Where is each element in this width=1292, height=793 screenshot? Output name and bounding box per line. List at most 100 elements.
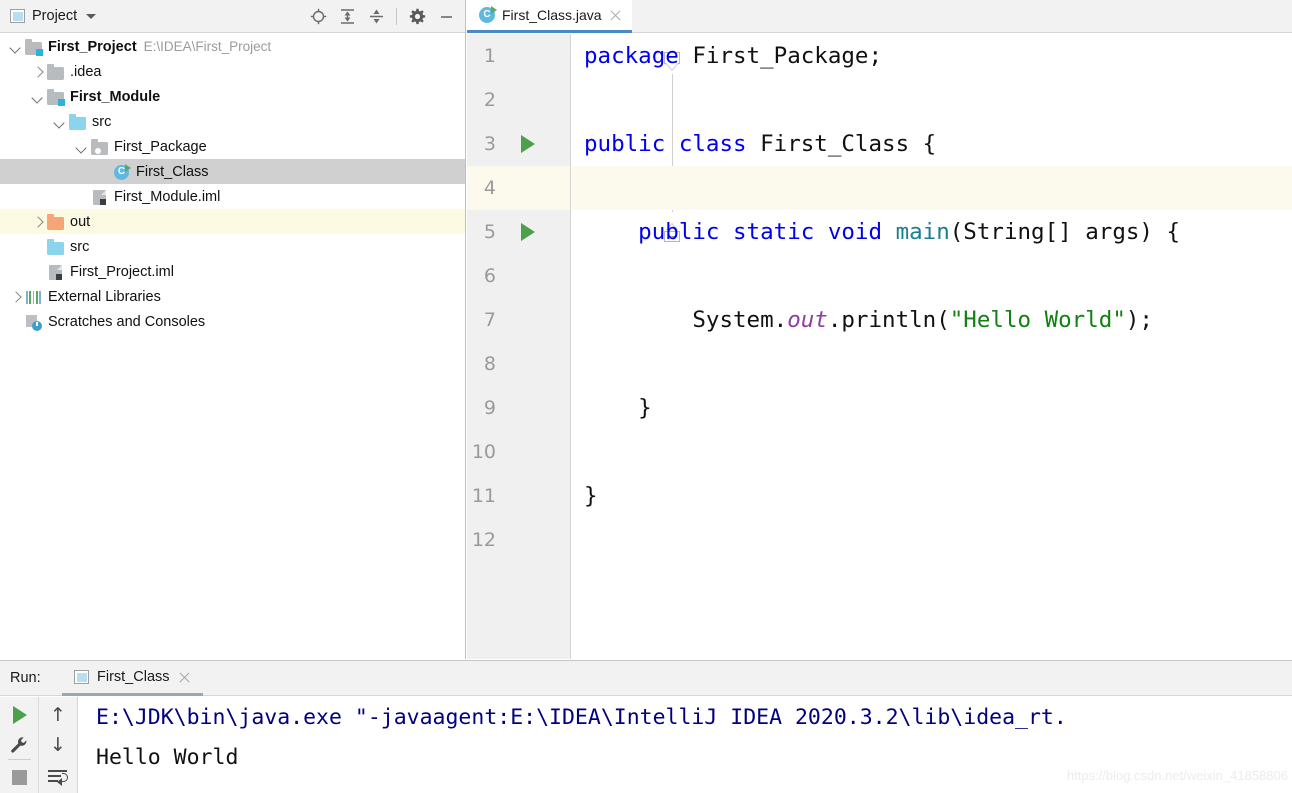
chevron-right-icon[interactable] [30,64,46,80]
tree-item-first-class[interactable]: C First_Class [0,159,465,184]
tree-item-first-project-iml[interactable]: First_Project.iml [0,259,465,284]
code-text[interactable]: package First_Package;public class First… [572,34,1292,659]
code-token: void [827,219,896,245]
code-line[interactable]: } [572,474,1292,518]
project-tree[interactable]: First_Project E:\IDEA\First_Project .idea F… [0,34,465,659]
gutter-row[interactable]: 3 [467,122,570,166]
tree-item-src[interactable]: src [0,109,465,134]
stop-icon[interactable] [0,761,39,793]
gutter-row[interactable]: 5 [467,210,570,254]
idea-window: Project First_Project E:\IDEA\First_Proj… [0,0,1292,793]
gutter-row[interactable]: 10 [467,430,570,474]
code-token: out [787,307,828,333]
tree-item-label: First_Project [48,38,137,55]
tree-item-scratches-and-consoles[interactable]: Scratches and Consoles [0,309,465,334]
chevron-right-icon[interactable] [30,214,46,230]
collapse-all-icon[interactable] [363,4,389,30]
gutter-row[interactable]: 12 [467,518,570,562]
project-panel-title: Project [32,8,78,24]
close-icon[interactable] [609,9,622,22]
line-number: 12 [471,529,496,551]
line-number: 5 [483,221,496,243]
tree-item-first-project[interactable]: First_Project E:\IDEA\First_Project [0,34,465,59]
iml-file-icon [47,263,65,281]
gutter-row[interactable]: 4 [467,166,570,210]
code-line[interactable] [572,342,1292,386]
chevron-down-icon[interactable] [8,39,24,55]
chevron-down-icon[interactable] [30,89,46,105]
run-tab-bar: Run: First_Class [0,661,1292,696]
gutter-row[interactable]: 9 [467,386,570,430]
expand-all-icon[interactable] [334,4,360,30]
gear-icon[interactable] [404,4,430,30]
gutter-row[interactable]: 1 [467,34,570,78]
java-class-icon: C [479,6,497,23]
code-line-text: } [584,474,598,518]
chevron-down-icon[interactable] [52,114,68,130]
toolbar-divider [8,759,31,760]
chevron-down-icon[interactable] [74,139,90,155]
minimize-icon[interactable] [433,4,459,30]
gutter-row[interactable]: 11 [467,474,570,518]
tree-item-label: Scratches and Consoles [48,313,206,330]
code-line[interactable] [572,166,1292,210]
package-folder-icon [91,138,109,156]
tree-item-first-module-iml[interactable]: First_Module.iml [0,184,465,209]
code-line[interactable]: public class First_Class { [572,122,1292,166]
module-folder-icon [47,88,65,106]
chevron-down-icon[interactable] [86,13,97,19]
code-line-text: System.out.println("Hello World"); [584,298,1153,342]
code-token: First_Class { [760,131,937,157]
code-line[interactable]: public static void main(String[] args) { [572,210,1292,254]
line-number: 2 [483,89,496,111]
tree-item-first-module[interactable]: First_Module [0,84,465,109]
tree-item-out[interactable]: out [0,209,465,234]
code-line[interactable] [572,78,1292,122]
tree-item-src[interactable]: src [0,234,465,259]
run-tab-label: First_Class [97,669,170,685]
line-number: 1 [483,45,496,67]
code-line-text: package First_Package; [584,34,882,78]
chevron-right-icon[interactable] [8,289,24,305]
down-arrow-icon[interactable]: ↓ [39,729,78,761]
source-folder-icon [69,113,87,131]
locate-icon[interactable] [305,4,331,30]
run-config-icon [74,670,89,684]
tab-first-class-java[interactable]: C First_Class.java [467,0,632,33]
tree-item-external-libraries[interactable]: External Libraries [0,284,465,309]
code-editor[interactable]: 1 2 3 4 5 6 7 8 9 10 11 12 package First_Package; pu… [467,34,1292,659]
code-line[interactable]: } [572,386,1292,430]
editor-gutter[interactable]: 1 2 3 4 5 6 7 8 9 10 11 12 [467,34,571,659]
tree-item-idea[interactable]: .idea [0,59,465,84]
tree-item-label: First_Class [136,163,209,180]
tree-item-first-package[interactable]: First_Package [0,134,465,159]
folder-gray-icon [47,63,65,81]
code-line[interactable]: package First_Package; [572,34,1292,78]
run-tab-first-class[interactable]: First_Class [62,661,203,696]
soft-wrap-icon[interactable] [39,761,78,793]
up-arrow-icon[interactable]: ↑ [39,699,78,731]
gutter-row[interactable]: 7 [467,298,570,342]
toolbar-divider [396,8,397,25]
close-icon[interactable] [178,671,191,684]
code-line-text: } [584,386,652,430]
code-line[interactable]: System.out.println("Hello World"); [572,298,1292,342]
run-gutter-icon[interactable] [521,223,535,241]
code-token: public [584,219,734,245]
line-number: 10 [471,441,496,463]
wrench-icon[interactable] [0,729,39,761]
gutter-row[interactable]: 6 [467,254,570,298]
code-token: class [678,131,761,157]
code-line[interactable] [572,254,1292,298]
code-line[interactable] [572,430,1292,474]
run-gutter-icon[interactable] [521,135,535,153]
tree-item-label: First_Module [70,88,161,105]
gutter-row[interactable]: 8 [467,342,570,386]
rerun-icon[interactable] [0,699,39,731]
gutter-row[interactable]: 2 [467,78,570,122]
code-line[interactable] [572,518,1292,562]
code-token: } [584,395,652,421]
